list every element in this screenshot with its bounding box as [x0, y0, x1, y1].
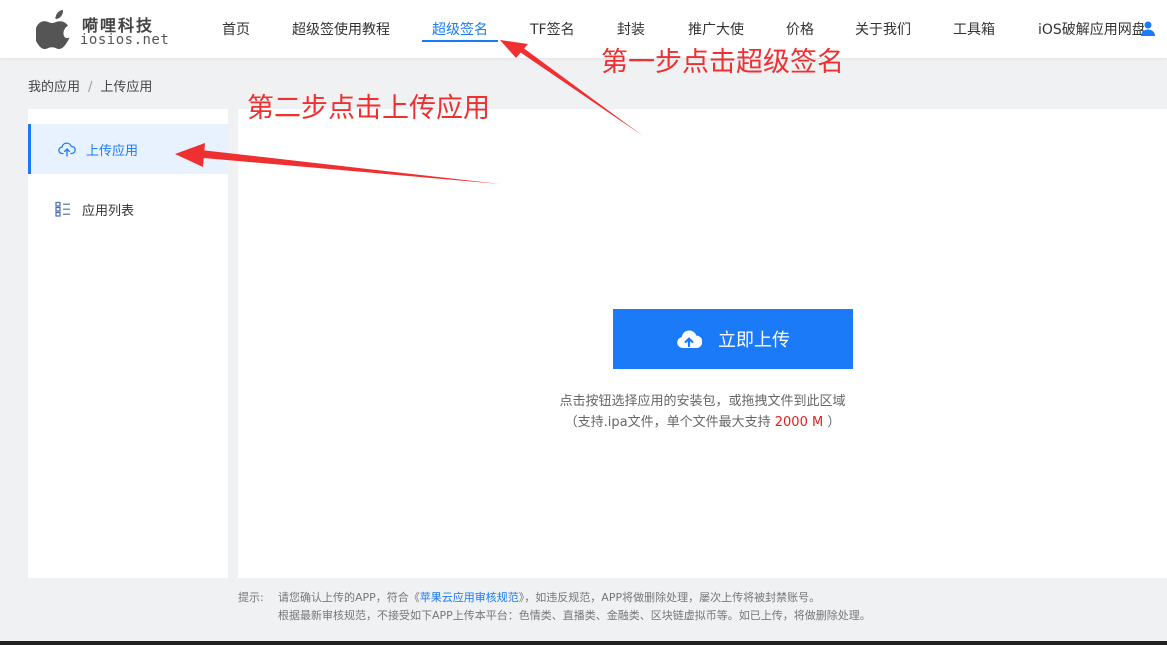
- size-hint-suffix: ）: [823, 415, 841, 430]
- sidebar-item-label: 上传应用: [86, 143, 139, 159]
- upload-button-label: 立即上传: [718, 330, 790, 351]
- nav-item-tutorial[interactable]: 超级签使用教程: [292, 19, 390, 39]
- tip-line1-suffix: 》，如违反规范，APP将做删除处理，屡次上传将被封禁账号。: [518, 591, 821, 604]
- nav-item-package[interactable]: 封装: [617, 19, 645, 39]
- nav-item-toolbox[interactable]: 工具箱: [953, 19, 995, 39]
- step2-annotation: 第二步点击上传应用: [247, 93, 490, 124]
- nav-item-promoter[interactable]: 推广大使: [688, 19, 744, 39]
- breadcrumb-current: 上传应用: [100, 80, 153, 95]
- nav-item-ios-cracked-apps[interactable]: iOS破解应用网盘: [1038, 19, 1144, 39]
- breadcrumb-separator: /: [88, 80, 93, 95]
- tip-label: 提示:: [238, 591, 264, 604]
- tip-line2-text: 根据最新审核规范，不接受如下APP上传本平台：色情类、直播类、金融类、区块链虚拟…: [278, 609, 871, 622]
- breadcrumb-root[interactable]: 我的应用: [28, 80, 80, 95]
- breadcrumb: 我的应用 / 上传应用: [28, 76, 152, 95]
- nav-item-price[interactable]: 价格: [786, 19, 814, 39]
- sidebar: 上传应用 应用列表: [28, 109, 228, 578]
- tip-line-1: 提示: 请您确认上传的APP，符合《苹果云应用审核规范》，如违反规范，APP将做删…: [238, 589, 871, 607]
- list-icon: [55, 201, 70, 217]
- nav-item-super-sign[interactable]: 超级签名: [432, 19, 488, 39]
- size-hint-prefix: （支持.ipa文件，单个文件最大支持: [564, 415, 775, 430]
- top-header: 嗬哩科技 iosios.net 首页 超级签使用教程 超级签名 TF签名 封装 …: [0, 0, 1167, 58]
- bottom-border: [0, 641, 1167, 645]
- upload-now-button[interactable]: 立即上传: [613, 309, 853, 369]
- upload-drop-area[interactable]: 立即上传 点击按钮选择应用的安装包，或拖拽文件到此区域 （支持.ipa文件，单个…: [238, 109, 1167, 578]
- tip-line1-prefix: 请您确认上传的APP，符合《: [278, 591, 420, 604]
- apple-logo-icon: [36, 10, 70, 50]
- nav-item-about[interactable]: 关于我们: [855, 19, 911, 39]
- nav-active-underline: [422, 40, 498, 42]
- tip-line-2: 根据最新审核规范，不接受如下APP上传本平台：色情类、直播类、金融类、区块链虚拟…: [238, 607, 871, 625]
- user-avatar-icon[interactable]: [1140, 20, 1156, 36]
- upload-size-hint: （支持.ipa文件，单个文件最大支持 2000 M ）: [238, 411, 1167, 430]
- max-file-size: 2000 M: [774, 415, 824, 430]
- sidebar-item-app-list[interactable]: 应用列表: [28, 184, 228, 234]
- review-guidelines-link[interactable]: 苹果云应用审核规范: [420, 591, 519, 604]
- upload-hint: 点击按钮选择应用的安装包，或拖拽文件到此区域: [559, 394, 846, 409]
- nav-item-home[interactable]: 首页: [222, 19, 250, 39]
- sidebar-item-upload-app[interactable]: 上传应用: [28, 124, 228, 174]
- nav-item-tf-sign[interactable]: TF签名: [530, 19, 575, 39]
- sidebar-item-label: 应用列表: [82, 203, 135, 219]
- cloud-upload-icon: [677, 330, 702, 349]
- footer-tip: 提示: 请您确认上传的APP，符合《苹果云应用审核规范》，如违反规范，APP将做删…: [238, 589, 871, 625]
- step1-annotation: 第一步点击超级签名: [601, 47, 844, 78]
- cloud-upload-icon: [58, 142, 76, 157]
- logo-domain: iosios.net: [80, 32, 170, 48]
- site-logo[interactable]: 嗬哩科技 iosios.net: [36, 4, 170, 52]
